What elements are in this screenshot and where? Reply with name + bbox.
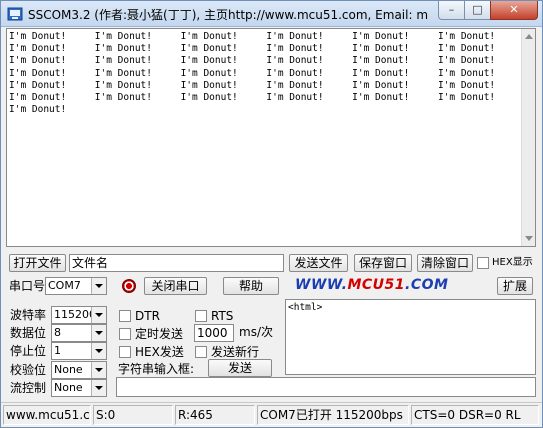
maximize-icon: □ xyxy=(472,3,483,16)
port-select[interactable]: COM7 xyxy=(45,277,107,295)
logo-prefix: WWW. xyxy=(295,277,348,293)
logo-brand: MCU51 xyxy=(347,277,405,293)
parity-value: None xyxy=(54,363,83,376)
send-newline-checkbox[interactable] xyxy=(195,346,207,358)
receive-line: I'm Donut! xyxy=(9,104,67,116)
chevron-down-icon[interactable] xyxy=(91,362,106,378)
timed-send-label: 定时发送 xyxy=(135,327,184,341)
chevron-down-icon[interactable] xyxy=(91,343,106,359)
hex-send-checkbox[interactable] xyxy=(119,346,131,358)
save-window-button[interactable]: 保存窗口 xyxy=(354,254,412,272)
stopbits-label: 停止位 xyxy=(10,344,47,358)
databits-select[interactable]: 8 xyxy=(51,324,107,342)
scroll-up-icon[interactable] xyxy=(525,34,533,39)
parity-select[interactable]: None xyxy=(51,361,107,379)
port-value: COM7 xyxy=(48,279,81,292)
chevron-down-icon[interactable] xyxy=(91,307,106,323)
input-label: 字符串输入框: xyxy=(118,362,195,376)
close-icon: ✕ xyxy=(509,3,519,16)
status-lines: CTS=0 DSR=0 RL xyxy=(411,405,539,425)
receive-line: I'm Donut! I'm Donut! I'm Donut! I'm Don… xyxy=(9,55,496,67)
status-sent: S:0 xyxy=(93,405,173,425)
open-file-button[interactable]: 打开文件 xyxy=(9,254,66,272)
interval-input[interactable]: 1000 xyxy=(194,324,234,342)
app-icon xyxy=(7,7,23,21)
receive-area[interactable]: I'm Donut! I'm Donut! I'm Donut! I'm Don… xyxy=(6,28,536,247)
window-title: SSCOM3.2 (作者:聂小猛(丁丁), 主页http://www.mcu51… xyxy=(28,8,428,22)
app-window: SSCOM3.2 (作者:聂小猛(丁丁), 主页http://www.mcu51… xyxy=(0,0,543,428)
hex-display-label: HEX显示 xyxy=(492,257,533,268)
status-port: COM7已打开 115200bps xyxy=(257,405,409,425)
port-label: 串口号 xyxy=(9,279,46,293)
maximize-button[interactable]: □ xyxy=(464,1,491,20)
mcu51-logo[interactable]: WWW.MCU51.COM xyxy=(295,277,448,293)
logo-suffix: .COM xyxy=(405,277,449,293)
send-button[interactable]: 发送 xyxy=(208,359,272,377)
stopbits-select[interactable]: 1 xyxy=(51,342,107,360)
title-bar[interactable]: SSCOM3.2 (作者:聂小猛(丁丁), 主页http://www.mcu51… xyxy=(1,1,542,27)
port-status-icon[interactable] xyxy=(122,279,136,293)
dtr-label: DTR xyxy=(135,309,160,323)
baud-label: 波特率 xyxy=(10,308,47,322)
string-input[interactable] xyxy=(116,377,536,397)
parity-label: 校验位 xyxy=(10,363,47,377)
file-name-field[interactable]: 文件名 xyxy=(69,254,284,272)
send-area[interactable]: <html> xyxy=(285,299,536,375)
expand-button[interactable]: 扩展 xyxy=(497,277,533,295)
chevron-down-icon[interactable] xyxy=(91,325,106,341)
send-text: <html> xyxy=(288,302,323,313)
flow-select[interactable]: None xyxy=(51,379,107,397)
hex-display-checkbox[interactable] xyxy=(477,257,489,269)
clear-window-button[interactable]: 清除窗口 xyxy=(417,254,473,272)
chevron-down-icon[interactable] xyxy=(91,278,106,294)
send-newline-label: 发送新行 xyxy=(211,345,260,359)
send-file-button[interactable]: 发送文件 xyxy=(289,254,348,272)
databits-label: 数据位 xyxy=(10,326,47,340)
status-received: R:465 xyxy=(175,405,255,425)
rts-label: RTS xyxy=(211,309,234,323)
minimize-button[interactable]: – xyxy=(438,1,465,20)
stopbits-value: 1 xyxy=(54,344,61,357)
receive-line: I'm Donut! I'm Donut! I'm Donut! I'm Don… xyxy=(9,79,496,91)
help-button[interactable]: 帮助 xyxy=(223,277,279,295)
receive-text: I'm Donut! I'm Donut! I'm Donut! I'm Don… xyxy=(9,31,495,116)
receive-line: I'm Donut! I'm Donut! I'm Donut! I'm Don… xyxy=(9,67,496,79)
receive-scrollbar[interactable] xyxy=(521,29,535,246)
scroll-down-icon[interactable] xyxy=(525,236,533,241)
status-bar: www.mcu51.com S:0 R:465 COM7已打开 115200bp… xyxy=(1,402,542,427)
dtr-checkbox[interactable] xyxy=(119,310,131,322)
status-site: www.mcu51.com xyxy=(3,405,91,425)
close-port-button[interactable]: 关闭串口 xyxy=(144,277,207,295)
receive-line: I'm Donut! I'm Donut! I'm Donut! I'm Don… xyxy=(9,92,496,104)
minimize-icon: – xyxy=(448,3,455,16)
timed-send-checkbox[interactable] xyxy=(119,328,131,340)
interval-unit-label: ms/次 xyxy=(239,325,273,339)
close-button[interactable]: ✕ xyxy=(490,1,538,20)
hex-send-label: HEX发送 xyxy=(135,345,184,359)
receive-line: I'm Donut! I'm Donut! I'm Donut! I'm Don… xyxy=(9,43,496,55)
chevron-down-icon[interactable] xyxy=(91,380,106,396)
flow-value: None xyxy=(54,381,83,394)
baud-value: 115200 xyxy=(54,308,96,321)
baud-select[interactable]: 115200 xyxy=(51,306,107,324)
rts-checkbox[interactable] xyxy=(195,310,207,322)
databits-value: 8 xyxy=(54,326,61,339)
receive-line: I'm Donut! I'm Donut! I'm Donut! I'm Don… xyxy=(9,31,496,42)
flow-label: 流控制 xyxy=(10,381,47,395)
